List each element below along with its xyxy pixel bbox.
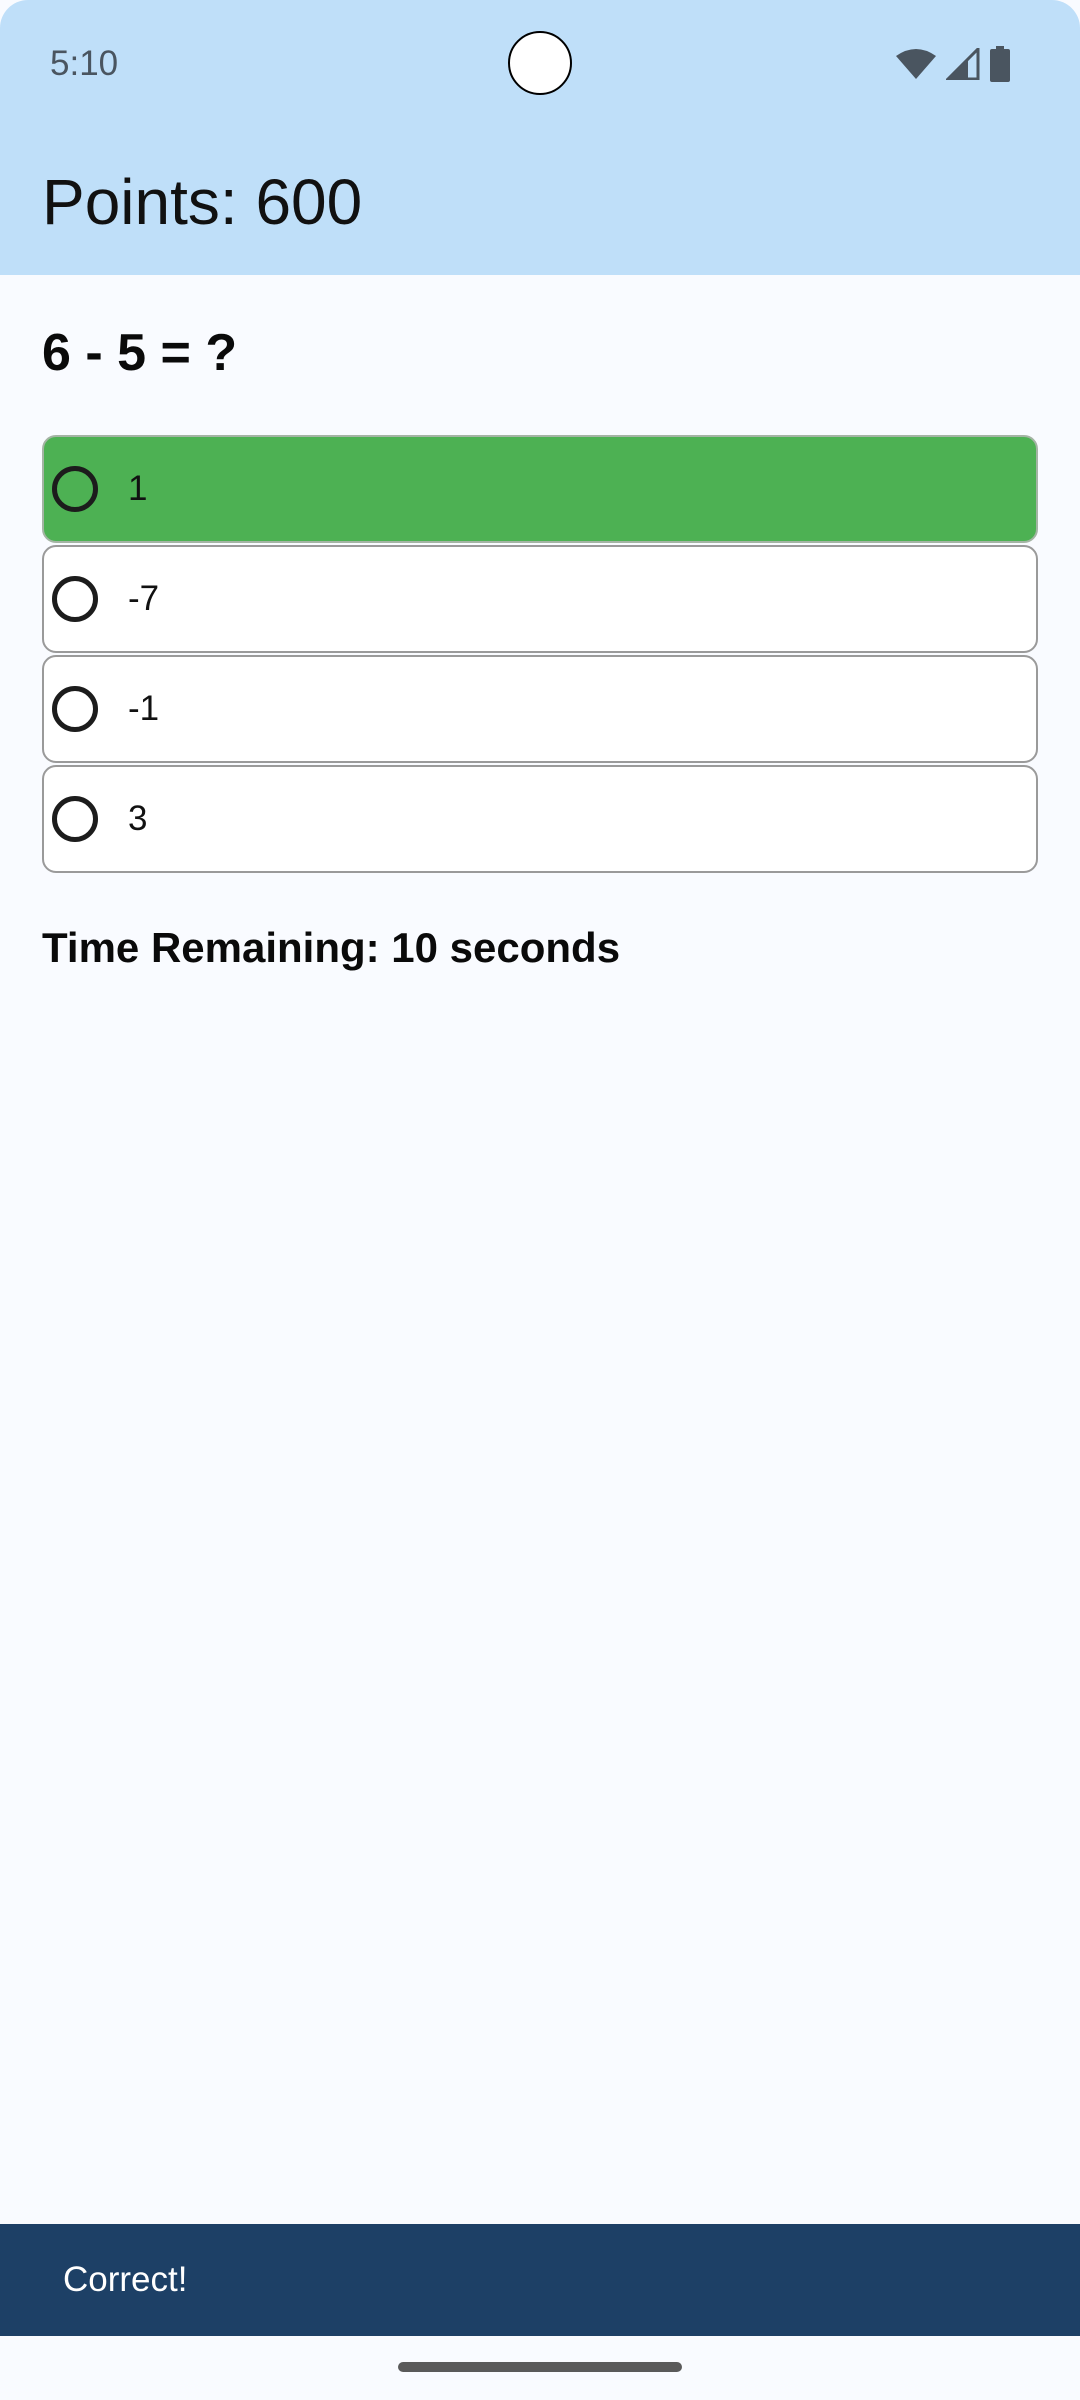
points-title: Points: 600 xyxy=(42,166,363,238)
status-icons xyxy=(896,46,1010,82)
app-header: 5:10 Points: 600 xyxy=(0,0,1080,275)
time-remaining: Time Remaining: 10 seconds xyxy=(42,924,621,971)
radio-button-icon[interactable] xyxy=(52,796,98,842)
option-4[interactable]: 3 xyxy=(42,765,1038,873)
home-indicator[interactable] xyxy=(398,2362,682,2372)
option-label: -1 xyxy=(128,689,160,728)
snackbar: Correct! xyxy=(0,2224,1080,2336)
wifi-icon xyxy=(896,48,936,80)
radio-button-icon[interactable] xyxy=(52,466,98,512)
status-time: 5:10 xyxy=(50,44,119,83)
option-1[interactable]: 1 xyxy=(42,435,1038,543)
option-2[interactable]: -7 xyxy=(42,545,1038,653)
radio-button-icon[interactable] xyxy=(52,576,98,622)
option-label: 1 xyxy=(128,469,148,508)
answer-options: 1 -7 -1 3 xyxy=(42,435,1038,875)
snackbar-message: Correct! xyxy=(63,2260,188,2299)
option-label: 3 xyxy=(128,799,148,838)
option-label: -7 xyxy=(128,579,160,618)
question-text: 6 - 5 = ? xyxy=(42,324,238,382)
option-3[interactable]: -1 xyxy=(42,655,1038,763)
battery-icon xyxy=(990,46,1010,82)
signal-icon xyxy=(946,48,980,80)
radio-button-icon[interactable] xyxy=(52,686,98,732)
camera-cutout xyxy=(508,31,572,95)
